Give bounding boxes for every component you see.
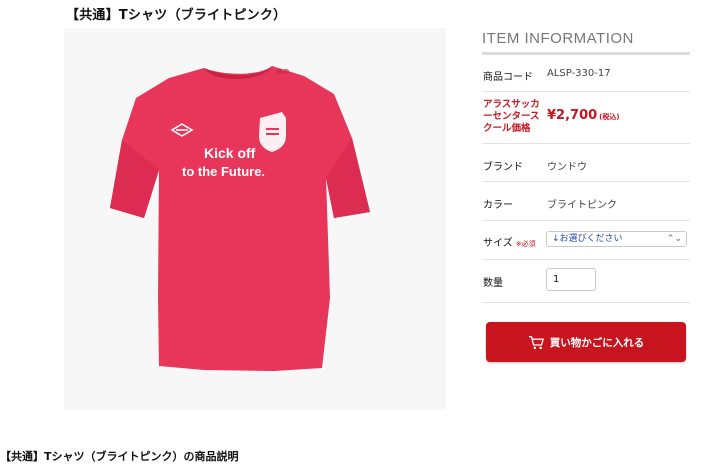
team-badge bbox=[259, 112, 286, 152]
brand-value: ウンドウ bbox=[547, 162, 587, 173]
add-to-cart-label: 買い物かごに入れる bbox=[549, 336, 645, 349]
size-label-wrap: サイズ ※必須 bbox=[483, 234, 536, 249]
price-tax-note: (税込) bbox=[599, 113, 620, 121]
svg-text:⊗⊗: ⊗⊗ bbox=[276, 67, 289, 76]
row-brand: ブランド ウンドウ bbox=[482, 144, 690, 182]
description-title: 【共通】Tシャツ（ブライトピンク）の商品説明 bbox=[0, 450, 239, 463]
product-code-label: 商品コード bbox=[483, 72, 533, 83]
print-line-2: to the Future. bbox=[182, 164, 265, 179]
size-label: サイズ bbox=[483, 238, 513, 249]
row-color: カラー ブライトピンク bbox=[482, 182, 690, 221]
color-value: ブライトピンク bbox=[547, 200, 617, 211]
size-select-value: ↓お選びください bbox=[552, 234, 623, 244]
item-information-panel: ITEM INFORMATION 商品コード ALSP-330-17 アラスサッ… bbox=[482, 30, 690, 303]
tshirt-illustration: ⊗⊗ Kick off to the Future. bbox=[110, 66, 370, 371]
quantity-label: 数量 bbox=[483, 278, 503, 289]
tshirt-shape bbox=[110, 66, 370, 371]
add-to-cart-button[interactable]: 買い物かごに入れる bbox=[486, 322, 686, 362]
page-title: 【共通】Tシャツ（ブライトピンク） bbox=[66, 8, 287, 23]
cart-icon bbox=[528, 335, 544, 349]
brand-label: ブランド bbox=[483, 162, 523, 173]
row-size: サイズ ※必須 ↓お選びください ⌃⌄ bbox=[482, 221, 690, 260]
price-label: アラスサッカーセンタースクール価格 bbox=[483, 99, 540, 134]
product-image: ⊗⊗ Kick off to the Future. bbox=[64, 28, 446, 410]
size-select[interactable]: ↓お選びください ⌃⌄ bbox=[546, 231, 687, 247]
required-badge: ※必須 bbox=[515, 240, 536, 248]
row-price: アラスサッカーセンタースクール価格 ¥2,700 (税込) bbox=[482, 92, 690, 144]
chevron-updown-icon: ⌃⌄ bbox=[666, 234, 682, 244]
quantity-input[interactable]: 1 bbox=[546, 268, 596, 291]
price-value-wrap: ¥2,700 (税込) bbox=[547, 108, 620, 123]
print-line-1: Kick off bbox=[204, 145, 256, 161]
color-label: カラー bbox=[483, 200, 513, 211]
price-value: ¥2,700 bbox=[547, 108, 598, 123]
row-product-code: 商品コード ALSP-330-17 bbox=[482, 55, 690, 92]
product-code-value: ALSP-330-17 bbox=[547, 68, 611, 79]
row-quantity: 数量 1 bbox=[482, 260, 690, 303]
item-information-heading: ITEM INFORMATION bbox=[482, 30, 690, 55]
